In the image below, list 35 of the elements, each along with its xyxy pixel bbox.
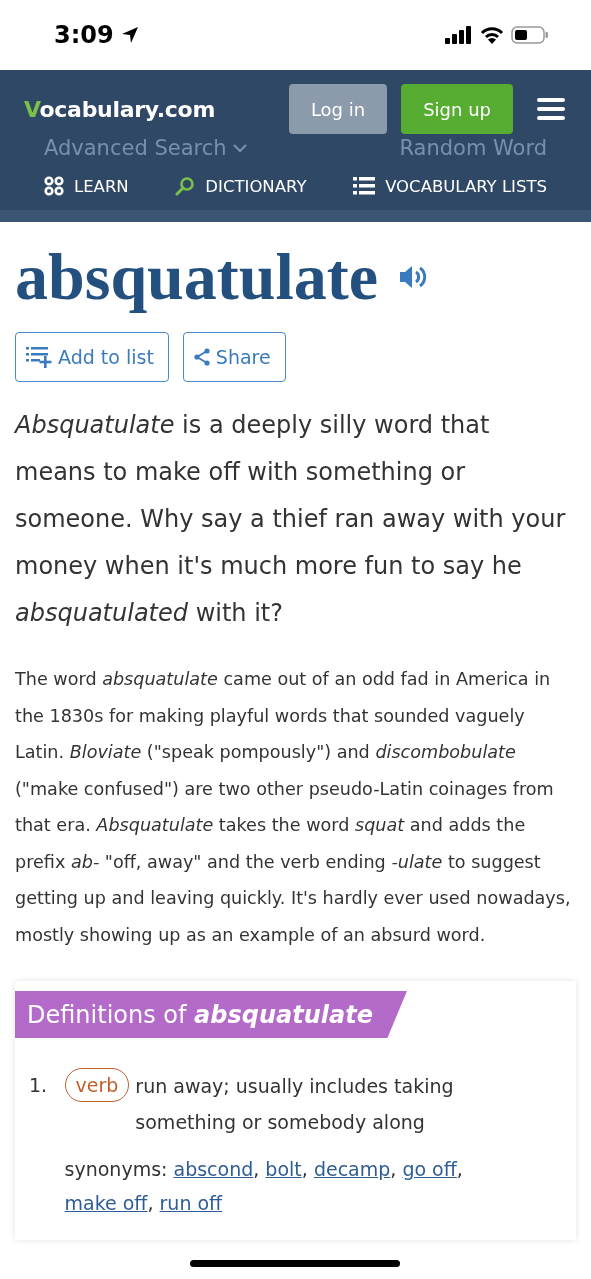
word-title: absquatulate	[15, 239, 379, 315]
synonym-link[interactable]: decamp	[313, 1158, 391, 1180]
search-icon	[175, 176, 196, 196]
wifi-icon	[479, 25, 505, 45]
long-description: The word absquatulate came out of an odd fad in America in the 1830s for making playful words that sounded vaguely Latin. Bloviate ("speak pompously") and discombobulate ("make confused") are two other pseudo-Latin coinages from that era. Absquatulate takes the word squat and adds the prefix ab- "off, away" and the verb ending -ulate to suggest getting up and leaving quickly. It's hardly ever used nowadays, mostly showing up as an example of an absurd word.	[15, 668, 572, 947]
battery-icon	[511, 25, 549, 45]
synonym-link[interactable]: go off	[402, 1158, 457, 1180]
synonym-link[interactable]: make off	[64, 1192, 148, 1214]
synonyms-label: synonyms:	[64, 1158, 168, 1180]
definition-text: run away; usually includes taking something or somebody along	[135, 1074, 455, 1135]
comma: ,	[390, 1158, 397, 1180]
add-to-list-button[interactable]: Add to list	[15, 332, 169, 382]
comma: ,	[253, 1158, 260, 1180]
definition-number: 1.	[29, 1073, 49, 1098]
comma: ,	[147, 1192, 154, 1214]
signal-icon	[445, 26, 473, 44]
list-add-icon	[26, 345, 52, 369]
share-button[interactable]: Share	[182, 332, 286, 382]
menu-icon[interactable]	[537, 97, 565, 121]
short-description: Absquatulate is a deeply silly word that means to make off with something or someone. Why say a thief ran away with your money when it's much more fun to say he absquatulated with it?	[15, 410, 567, 629]
nav-link[interactable]: VOCABULARY LISTS	[353, 176, 547, 196]
nav-link[interactable]: DICTIONARY	[175, 176, 307, 196]
chevron-down-icon	[232, 143, 247, 153]
circles-icon	[44, 176, 64, 196]
share-icon	[193, 348, 210, 366]
site-logo[interactable]: Vocabulary.com	[24, 96, 216, 122]
definitions-heading: Definitions of absquatulate	[27, 1000, 373, 1029]
synonym-link[interactable]: run off	[159, 1192, 223, 1214]
comma: ,	[456, 1158, 463, 1180]
list-icon	[353, 177, 376, 195]
comma: ,	[301, 1158, 308, 1180]
synonym-link[interactable]: abscond	[173, 1158, 254, 1180]
synonym-link[interactable]: bolt	[265, 1158, 302, 1180]
status-time: 3:09	[54, 21, 114, 49]
nav-link[interactable]: LEARN	[44, 176, 129, 196]
